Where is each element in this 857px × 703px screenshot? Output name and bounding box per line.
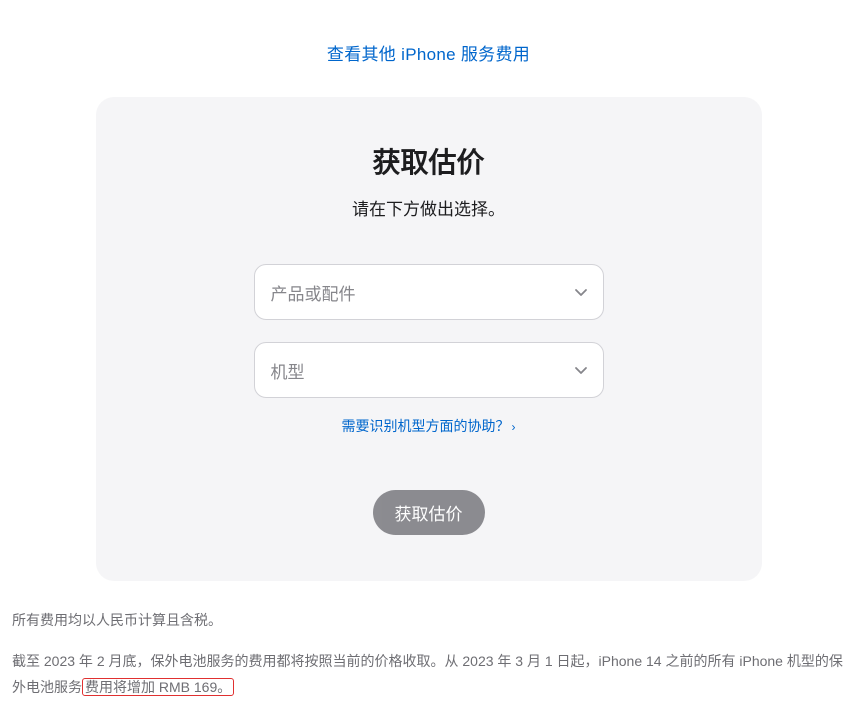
footnote-price-change: 截至 2023 年 2 月底，保外电池服务的费用都将按照当前的价格收取。从 20… [12, 648, 845, 701]
see-other-iphone-fees-link[interactable]: 查看其他 iPhone 服务费用 [327, 45, 530, 64]
product-select-wrap: 产品或配件 [254, 264, 604, 320]
chevron-right-icon: › [512, 420, 516, 434]
price-highlight: 费用将增加 RMB 169。 [82, 678, 234, 696]
product-select[interactable]: 产品或配件 [254, 264, 604, 320]
footnote-currency: 所有费用均以人民币计算且含税。 [12, 607, 845, 634]
get-estimate-button[interactable]: 获取估价 [373, 490, 485, 535]
estimate-subtitle: 请在下方做出选择。 [136, 195, 722, 220]
help-link-container: 需要识别机型方面的协助？› [136, 416, 722, 436]
estimate-card: 获取估价 请在下方做出选择。 产品或配件 机型 需要识别机型方面的协助？› 获取… [96, 97, 762, 581]
model-select-wrap: 机型 [254, 342, 604, 398]
footnotes: 所有费用均以人民币计算且含税。 截至 2023 年 2 月底，保外电池服务的费用… [10, 607, 847, 701]
model-select[interactable]: 机型 [254, 342, 604, 398]
estimate-title: 获取估价 [136, 141, 722, 181]
identify-model-help-link[interactable]: 需要识别机型方面的协助？› [342, 418, 516, 434]
top-link-container: 查看其他 iPhone 服务费用 [10, 40, 847, 65]
